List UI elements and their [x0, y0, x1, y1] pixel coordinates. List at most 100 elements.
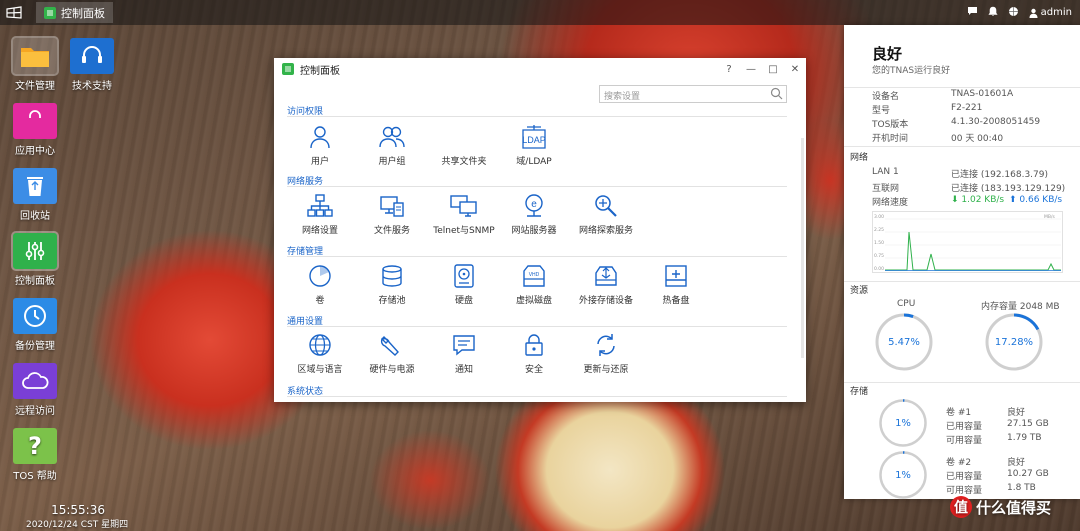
upload-value: 0.66 KB/s	[1019, 195, 1063, 205]
watermark-text: 什么值得买	[976, 498, 1052, 517]
desktop-icon-controlpanel[interactable]: 控制面板	[7, 231, 63, 287]
cp-item-group[interactable]: 用户组	[357, 124, 427, 167]
storage-pool-icon	[382, 265, 402, 287]
cp-item-file-service[interactable]: 文件服务	[357, 193, 427, 236]
cpu-label: CPU	[897, 299, 916, 309]
volume-1-used-value: 27.15 GB	[1007, 419, 1049, 429]
desktop-icon-files[interactable]: 文件管理	[7, 36, 63, 92]
cp-item-web-server[interactable]: e 网站服务器	[499, 193, 569, 236]
cp-item-label: 用户组	[378, 157, 406, 167]
virtual-disk-icon: VHD	[523, 265, 545, 287]
volume-2-avail-value: 1.8 TB	[1007, 483, 1036, 493]
globe-icon[interactable]	[1008, 6, 1019, 20]
cp-item-virtual-disk[interactable]: VHD 虚拟磁盘	[499, 263, 569, 306]
headset-icon	[70, 38, 114, 74]
arrow-down-icon: ⬇	[951, 195, 962, 205]
taskbar-tab-control-panel[interactable]: 控制面板	[36, 2, 113, 23]
volume-2-gauge: 1%	[878, 450, 928, 499]
hot-spare-icon	[665, 265, 687, 287]
control-panel-icon	[44, 6, 56, 19]
internet-key: 互联网	[872, 184, 900, 194]
cp-item-notification[interactable]: 通知	[429, 332, 499, 375]
window-titlebar[interactable]: 控制面板 ? — □ ✕	[274, 58, 806, 80]
help-button[interactable]: ?	[718, 64, 740, 75]
desktop-icon-remote[interactable]: 远程访问	[7, 363, 63, 417]
cp-item-user[interactable]: 用户	[285, 124, 355, 167]
volume-1-gauge: 1%	[878, 398, 928, 448]
close-button[interactable]: ✕	[784, 64, 806, 75]
desktop-icon-label: 备份管理	[15, 341, 55, 352]
tos-version-key: TOS版本	[872, 120, 909, 130]
usb-storage-icon	[595, 266, 617, 286]
cp-item-security[interactable]: 安全	[499, 332, 569, 375]
volume-1-status: 良好	[1007, 408, 1026, 418]
minimize-button[interactable]: —	[740, 64, 762, 75]
web-server-icon: e	[525, 194, 543, 217]
cp-item-update-restore[interactable]: 更新与还原	[571, 332, 641, 375]
desktop-icon-backup[interactable]: 备份管理	[7, 298, 63, 352]
cp-item-storage-pool[interactable]: 存储池	[357, 263, 427, 306]
cp-item-network-discovery[interactable]: 网络探索服务	[571, 193, 641, 236]
cp-item-label: 通知	[454, 365, 473, 375]
cp-item-shared-folder[interactable]: 共享文件夹	[429, 124, 499, 167]
system-tray: admin	[967, 6, 1080, 20]
search-icon[interactable]	[770, 87, 783, 100]
cp-item-ldap[interactable]: LDAP 域/LDAP	[499, 124, 569, 167]
cp-item-hardware-power[interactable]: 硬件与电源	[357, 332, 427, 375]
refresh-icon	[597, 334, 615, 356]
section-divider	[287, 186, 787, 187]
volume-2-avail-key: 可用容量	[946, 486, 983, 496]
desktop-icon-support[interactable]: 技术支持	[64, 38, 120, 92]
clock-backup-icon	[13, 298, 57, 334]
cp-item-volume[interactable]: 卷	[285, 263, 355, 306]
cloud-icon	[13, 363, 57, 399]
cp-item-external-storage[interactable]: 外接存储设备	[571, 263, 641, 306]
tos-version-value: 4.1.30-2008051459	[951, 117, 1041, 127]
search-placeholder: 搜索设置	[604, 92, 641, 102]
lan-value: 已连接 (192.168.3.79)	[951, 170, 1049, 180]
cp-item-disk[interactable]: 硬盘	[429, 263, 499, 306]
volume-icon	[309, 265, 331, 287]
cp-item-telnet-snmp[interactable]: Telnet与SNMP	[429, 193, 499, 236]
cp-item-hot-spare[interactable]: 热备盘	[641, 263, 711, 306]
section-divider	[287, 396, 787, 397]
volume-2-percent: 1%	[895, 469, 911, 481]
search-input[interactable]: 搜索设置	[599, 85, 787, 103]
resources-section-title: 资源	[850, 286, 869, 296]
cp-item-network-settings[interactable]: 网络设置	[285, 193, 355, 236]
user-menu[interactable]: admin	[1029, 7, 1072, 18]
memory-gauge: 17.28%	[984, 312, 1044, 372]
globe-icon	[309, 334, 331, 356]
arrow-up-icon: ⬆	[1009, 195, 1020, 205]
question-mark-icon: ?	[13, 428, 57, 464]
start-menu-button[interactable]	[0, 0, 28, 25]
system-status-subtitle: 您的TNAS运行良好	[872, 66, 951, 76]
volume-1-used-key: 已用容量	[946, 422, 983, 432]
watermark-logo: 值	[950, 496, 972, 518]
desktop-icon-label: 应用中心	[15, 146, 55, 157]
username: admin	[1040, 7, 1072, 18]
lan-key: LAN 1	[872, 167, 899, 177]
chat-icon[interactable]	[967, 6, 978, 19]
bell-icon[interactable]	[988, 6, 998, 20]
shopping-bag-icon	[13, 103, 57, 139]
disk-icon	[454, 264, 474, 288]
desktop-icon-appcenter[interactable]: 应用中心	[7, 103, 63, 157]
system-status: 良好	[872, 45, 903, 63]
cp-item-label: Telnet与SNMP	[433, 226, 495, 236]
window-scrollbar[interactable]	[801, 138, 804, 358]
cp-item-region-language[interactable]: 区域与语言	[285, 332, 355, 375]
chart-tick: 0.75	[874, 253, 884, 259]
internet-value: 已连接 (183.193.129.129)	[951, 184, 1066, 194]
desktop-icon-help[interactable]: ? TOS 帮助	[7, 428, 63, 482]
chart-tick: 0.00	[874, 266, 884, 272]
desktop-icon-recycle[interactable]: 回收站	[7, 168, 63, 222]
cp-item-label: 硬件与电源	[369, 365, 415, 375]
section-divider	[844, 281, 1080, 282]
user-icon	[1029, 8, 1038, 18]
maximize-button[interactable]: □	[762, 64, 784, 75]
monitor-icon	[450, 195, 477, 217]
section-divider	[844, 382, 1080, 383]
taskbar-tab-label: 控制面板	[61, 6, 105, 20]
desktop-icon-label: 文件管理	[15, 81, 55, 92]
